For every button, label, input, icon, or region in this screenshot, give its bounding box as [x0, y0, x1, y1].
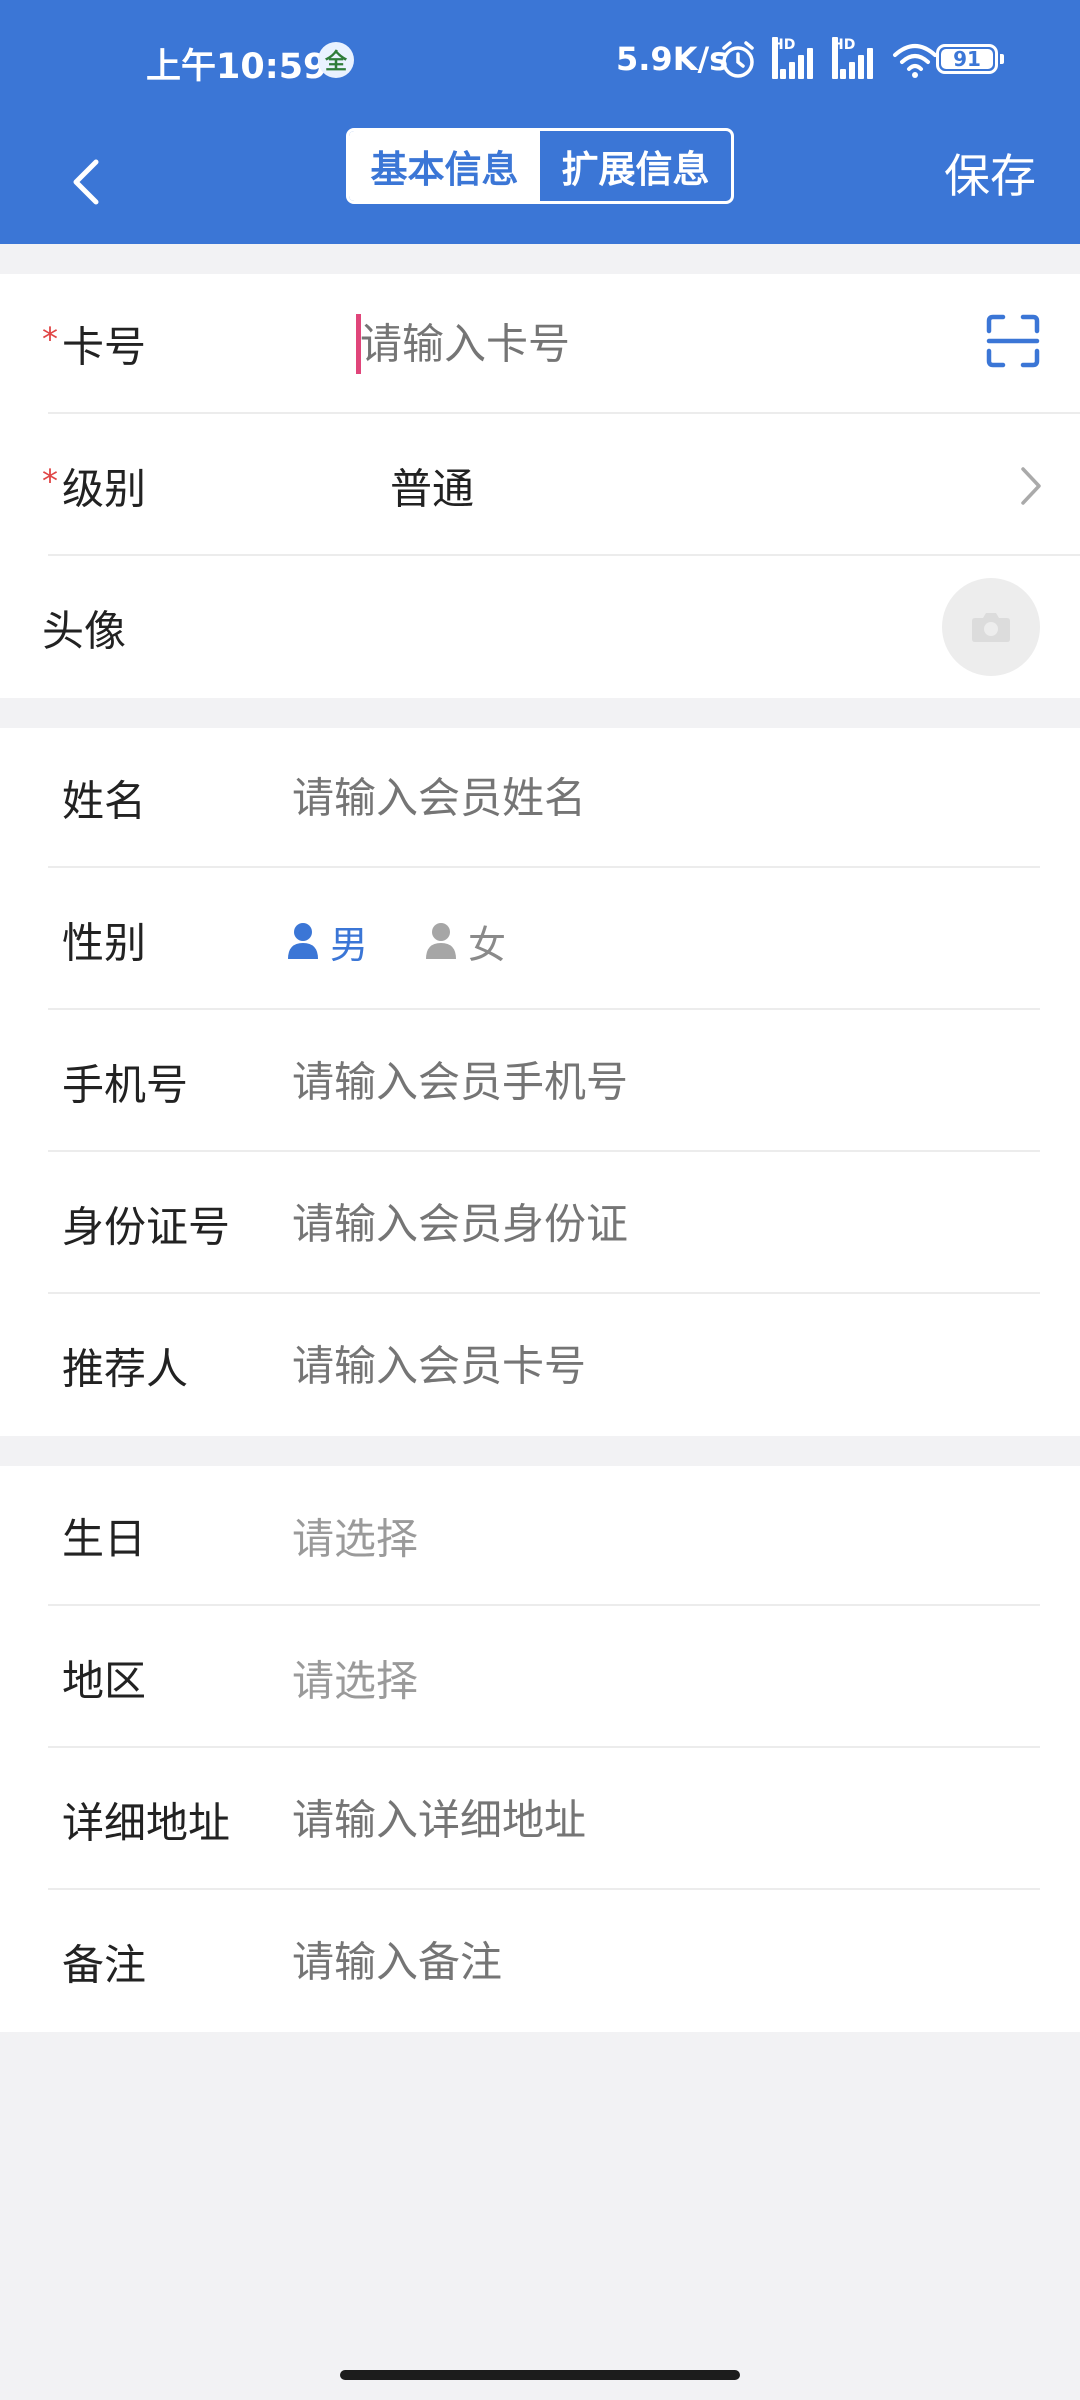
region-picker: 请选择: [292, 1656, 419, 1706]
save-button[interactable]: 保存: [944, 140, 1036, 206]
row-divider: [48, 1888, 1040, 1890]
tab-extended-info[interactable]: 扩展信息: [540, 131, 731, 201]
phone-label: 手机号: [62, 1060, 189, 1110]
card-number-input[interactable]: [360, 319, 920, 369]
status-icons: HD HD: [720, 37, 938, 82]
carrier-badge: 全: [318, 42, 354, 78]
person-icon: [288, 923, 318, 959]
row-divider: [48, 1292, 1040, 1294]
address-input[interactable]: [292, 1795, 992, 1845]
nav-bar: 基本信息 扩展信息 保存: [0, 120, 1080, 244]
required-mark: *: [42, 320, 58, 358]
back-button[interactable]: [44, 140, 128, 224]
avatar-row: 头像: [0, 558, 1080, 698]
gender-label: 性别: [62, 918, 147, 968]
phone-input[interactable]: [292, 1057, 992, 1107]
row-divider: [48, 412, 1080, 414]
gender-female-option[interactable]: 女: [424, 916, 507, 967]
person-icon: [426, 923, 456, 959]
remark-label: 备注: [62, 1940, 147, 1990]
remark-row: 备注: [0, 1892, 1080, 2032]
row-divider: [48, 1008, 1040, 1010]
name-row: 姓名: [0, 728, 1080, 868]
home-indicator[interactable]: [340, 2370, 740, 2380]
referrer-input[interactable]: [292, 1341, 992, 1391]
referrer-row: 推荐人: [0, 1296, 1080, 1436]
gender-row: 性别 男 女: [0, 870, 1080, 1010]
phone-row: 手机号: [0, 1012, 1080, 1152]
scan-icon[interactable]: [986, 314, 1040, 368]
avatar-upload-button[interactable]: [942, 578, 1040, 676]
name-input[interactable]: [292, 773, 992, 823]
card-number-label: 卡号: [62, 322, 147, 372]
signal-hd-icon: HD: [772, 37, 816, 79]
battery-level: 91: [953, 47, 981, 71]
referrer-label: 推荐人: [62, 1344, 189, 1394]
chevron-right-icon: [1021, 467, 1041, 505]
birthday-label: 生日: [62, 1514, 147, 1564]
required-mark: *: [42, 462, 58, 500]
region-label: 地区: [62, 1656, 147, 1706]
level-value: 普通: [390, 464, 475, 514]
camera-icon: [972, 613, 1010, 642]
row-divider: [48, 1604, 1040, 1606]
network-speed: 5.9K/s: [616, 40, 729, 78]
address-label: 详细地址: [62, 1798, 231, 1848]
chevron-left-icon: [73, 159, 99, 205]
gender-male-option[interactable]: 男: [286, 916, 369, 967]
name-label: 姓名: [62, 776, 147, 826]
level-row[interactable]: * 级别 普通: [0, 416, 1080, 556]
app-header: 上午10:59 全 5.9K/s HD HD 91 基本信息 扩展信息 保存: [0, 0, 1080, 244]
gender-male-label: 男: [330, 922, 369, 967]
id-card-input[interactable]: [292, 1199, 992, 1249]
id-card-label: 身份证号: [62, 1202, 231, 1252]
battery-icon: 91: [936, 44, 1004, 74]
signal-hd-icon: HD: [832, 37, 876, 79]
wifi-icon: [893, 44, 937, 78]
avatar-label: 头像: [42, 606, 127, 656]
form-group-member: 姓名 性别 男 女 手机号 身份证号 推荐人: [0, 728, 1080, 1436]
status-time: 上午10:59: [146, 47, 328, 87]
row-divider: [48, 866, 1040, 868]
level-label: 级别: [62, 464, 147, 514]
region-row[interactable]: 地区 请选择: [0, 1608, 1080, 1748]
row-divider: [48, 554, 1080, 556]
gender-female-label: 女: [468, 922, 507, 967]
alarm-icon: [722, 41, 754, 78]
address-row: 详细地址: [0, 1750, 1080, 1890]
card-number-row: * 卡号: [0, 274, 1080, 414]
info-tabs: 基本信息 扩展信息: [346, 128, 734, 204]
tab-basic-info[interactable]: 基本信息: [349, 131, 540, 201]
row-divider: [48, 1746, 1040, 1748]
remark-input[interactable]: [292, 1937, 992, 1987]
form-group-card: * 卡号 * 级别 普通 头像: [0, 274, 1080, 698]
form-group-address: 生日 请选择 地区 请选择 详细地址 备注: [0, 1466, 1080, 2032]
status-bar: 上午10:59 全 5.9K/s HD HD 91: [0, 0, 1080, 120]
birthday-row[interactable]: 生日 请选择: [0, 1466, 1080, 1606]
birthday-picker: 请选择: [292, 1514, 419, 1564]
id-card-row: 身份证号: [0, 1154, 1080, 1294]
row-divider: [48, 1150, 1040, 1152]
